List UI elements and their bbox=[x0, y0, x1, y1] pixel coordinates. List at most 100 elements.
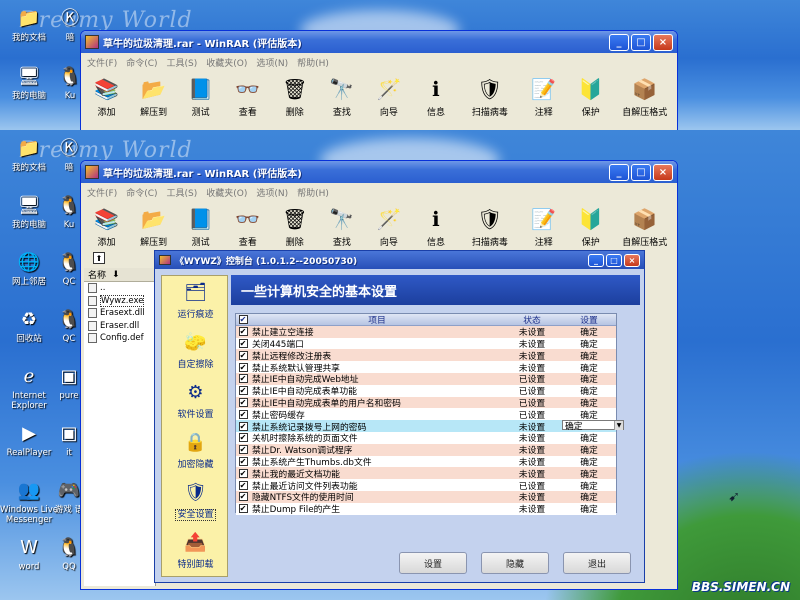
menu-favorites[interactable]: 收藏夹(O) bbox=[206, 56, 247, 69]
toolbar-button-sfx[interactable]: 📦 自解压格式 bbox=[618, 205, 671, 248]
toolbar-button-protect[interactable]: 🔰 保护 bbox=[571, 205, 610, 248]
row-checkbox[interactable]: ✔ bbox=[238, 445, 248, 455]
close-button[interactable]: × bbox=[624, 253, 640, 267]
toolbar-button-info[interactable]: ℹ 信息 bbox=[416, 205, 455, 248]
sidebar-item-encrypt-hide[interactable]: 🔒 加密隐藏 bbox=[162, 430, 229, 471]
table-row[interactable]: ✔ 禁止系统默认管理共享 未设置 确定 bbox=[236, 361, 616, 374]
menu-file[interactable]: 文件(F) bbox=[87, 186, 117, 199]
table-row[interactable]: ✔ 禁止最近访问文件列表功能 已设置 确定 bbox=[236, 479, 616, 492]
row-checkbox[interactable]: ✔ bbox=[238, 456, 248, 466]
toolbar-button-wizard[interactable]: 🪄 向导 bbox=[369, 75, 408, 118]
toolbar-button-comment[interactable]: 📝 注释 bbox=[524, 205, 563, 248]
toolbar-button-delete[interactable]: 🗑 删除 bbox=[275, 75, 314, 118]
row-checkbox[interactable]: ✔ bbox=[238, 397, 248, 407]
row-checkbox[interactable]: ✔ bbox=[238, 362, 248, 372]
winrar-titlebar[interactable]: 草牛的垃圾清理.rar - WinRAR (评估版本) _ □ × bbox=[81, 161, 677, 183]
table-row[interactable]: ✔ 禁止系统产生Thumbs.db文件 未设置 确定 bbox=[236, 455, 616, 468]
row-checkbox[interactable]: ✔ bbox=[238, 350, 248, 360]
up-folder-icon[interactable]: ⬆ bbox=[93, 252, 105, 264]
file-row[interactable]: .. bbox=[84, 282, 155, 295]
control-panel-titlebar[interactable]: 《WYWZ》控制台 (1.0.1.2--20050730) _ □ × bbox=[155, 251, 644, 269]
table-row[interactable]: ✔ 禁止IE中自动完成表单功能 已设置 确定 bbox=[236, 384, 616, 397]
menu-favorites[interactable]: 收藏夹(O) bbox=[206, 186, 247, 199]
row-checkbox[interactable]: ✔ bbox=[238, 492, 248, 502]
sidebar-item-security-settings[interactable]: 🛡 安全设置 bbox=[162, 480, 229, 521]
toolbar-button-test[interactable]: 📘 测试 bbox=[181, 75, 220, 118]
column-header-setting[interactable]: 设置 bbox=[562, 313, 616, 326]
toolbar-button-view[interactable]: 👓 查看 bbox=[228, 75, 267, 118]
toolbar-button-protect[interactable]: 🔰 保护 bbox=[571, 75, 610, 118]
minimize-button[interactable]: _ bbox=[609, 163, 629, 181]
row-checkbox[interactable]: ✔ bbox=[238, 468, 248, 478]
row-setting[interactable]: 确定 bbox=[562, 502, 616, 515]
minimize-button[interactable]: _ bbox=[609, 33, 629, 51]
maximize-button[interactable]: □ bbox=[631, 163, 651, 181]
hide-button[interactable]: 隐藏 bbox=[481, 552, 549, 574]
toolbar-button-find[interactable]: 🔭 查找 bbox=[322, 205, 361, 248]
menu-tools[interactable]: 工具(S) bbox=[167, 186, 198, 199]
toolbar-button-add-archive[interactable]: 📚 添加 bbox=[87, 205, 126, 248]
toolbar-button-extract[interactable]: 📂 解压到 bbox=[134, 75, 173, 118]
menu-help[interactable]: 帮助(H) bbox=[297, 56, 329, 69]
table-row[interactable]: ✔ 禁止我的最近文档功能 未设置 确定 bbox=[236, 467, 616, 480]
row-checkbox[interactable]: ✔ bbox=[238, 421, 248, 431]
table-row[interactable]: ✔ 禁止IE中自动完成表单的用户名和密码 已设置 确定 bbox=[236, 396, 616, 409]
table-row[interactable]: ✔ 禁止IE中自动完成Web地址 已设置 确定 bbox=[236, 372, 616, 385]
menu-help[interactable]: 帮助(H) bbox=[297, 186, 329, 199]
table-row[interactable]: ✔ 禁止远程修改注册表 未设置 确定 bbox=[236, 349, 616, 362]
menu-commands[interactable]: 命令(C) bbox=[126, 56, 157, 69]
table-row[interactable]: ✔ 禁止Dr. Watson调试程序 未设置 确定 bbox=[236, 443, 616, 456]
toolbar-button-find[interactable]: 🔭 查找 bbox=[322, 75, 361, 118]
toolbar-button-delete[interactable]: 🗑 删除 bbox=[275, 205, 314, 248]
toolbar-button-sfx[interactable]: 📦 自解压格式 bbox=[618, 75, 671, 118]
toolbar-button-test[interactable]: 📘 测试 bbox=[181, 205, 220, 248]
sidebar-item-software-settings[interactable]: ⚙ 软件设置 bbox=[162, 380, 229, 421]
toolbar-button-add-archive[interactable]: 📚 添加 bbox=[87, 75, 126, 118]
toolbar-button-info[interactable]: ℹ 信息 bbox=[416, 75, 455, 118]
row-checkbox[interactable]: ✔ bbox=[238, 374, 248, 384]
toolbar-button-comment[interactable]: 📝 注释 bbox=[524, 75, 563, 118]
apply-button[interactable]: 设置 bbox=[399, 552, 467, 574]
row-checkbox[interactable]: ✔ bbox=[238, 327, 248, 337]
table-row[interactable]: ✔ 禁止Dump File的产生 未设置 确定 bbox=[236, 502, 616, 515]
row-checkbox[interactable]: ✔ bbox=[238, 504, 248, 514]
minimize-button[interactable]: _ bbox=[588, 253, 604, 267]
file-row[interactable]: Erasext.dll bbox=[84, 307, 155, 320]
close-button[interactable]: × bbox=[653, 33, 673, 51]
table-row[interactable]: ✔ 关机时擦除系统的页面文件 未设置 确定 bbox=[236, 431, 616, 444]
sidebar-item-custom-erase[interactable]: 🧽 自定擦除 bbox=[162, 330, 229, 371]
menu-options[interactable]: 选项(N) bbox=[256, 56, 288, 69]
toolbar-button-view[interactable]: 👓 查看 bbox=[228, 205, 267, 248]
sidebar-item-run-trace[interactable]: 🗂 运行痕迹 bbox=[162, 280, 229, 321]
row-checkbox[interactable]: ✔ bbox=[238, 480, 248, 490]
table-row[interactable]: ✔ 关闭445端口 未设置 确定 bbox=[236, 337, 616, 350]
row-checkbox[interactable]: ✔ bbox=[238, 338, 248, 348]
sidebar-item-uninstall[interactable]: 📤 特别卸载 bbox=[162, 530, 229, 571]
row-checkbox[interactable]: ✔ bbox=[238, 433, 248, 443]
chevron-down-icon[interactable]: ▼ bbox=[614, 420, 623, 430]
toolbar-button-wizard[interactable]: 🪄 向导 bbox=[369, 205, 408, 248]
menu-commands[interactable]: 命令(C) bbox=[126, 186, 157, 199]
file-row[interactable]: Wywz.exe bbox=[84, 294, 155, 308]
close-button[interactable]: × bbox=[653, 163, 673, 181]
row-checkbox[interactable]: ✔ bbox=[238, 409, 248, 419]
row-checkbox[interactable]: ✔ bbox=[238, 386, 248, 396]
table-row[interactable]: ✔ 禁止建立空连接 未设置 确定 bbox=[236, 325, 616, 338]
column-header-item[interactable]: 项目 bbox=[250, 313, 502, 326]
table-row[interactable]: ✔ 禁止系统记录拨号上网的密码 未设置 确定 ▼ bbox=[236, 420, 624, 433]
winrar-titlebar[interactable]: 草牛的垃圾清理.rar - WinRAR (评估版本) _ □ × bbox=[81, 31, 677, 53]
maximize-button[interactable]: □ bbox=[606, 253, 622, 267]
menu-file[interactable]: 文件(F) bbox=[87, 56, 117, 69]
file-row[interactable]: Config.def bbox=[84, 332, 155, 345]
toolbar-button-extract[interactable]: 📂 解压到 bbox=[134, 205, 173, 248]
maximize-button[interactable]: □ bbox=[631, 33, 651, 51]
toolbar-button-scan-virus[interactable]: 🛡 扫描病毒 bbox=[464, 205, 517, 248]
setting-dropdown[interactable]: 确定 ▼ bbox=[562, 420, 624, 432]
menu-tools[interactable]: 工具(S) bbox=[167, 56, 198, 69]
file-column-header[interactable]: 名称 ⬇ bbox=[84, 268, 155, 282]
file-row[interactable]: Eraser.dll bbox=[84, 320, 155, 333]
toolbar-button-scan-virus[interactable]: 🛡 扫描病毒 bbox=[464, 75, 517, 118]
exit-button[interactable]: 退出 bbox=[563, 552, 631, 574]
table-row[interactable]: ✔ 隐藏NTFS文件的使用时间 未设置 确定 bbox=[236, 490, 616, 503]
column-header-state[interactable]: 状态 bbox=[502, 313, 562, 326]
